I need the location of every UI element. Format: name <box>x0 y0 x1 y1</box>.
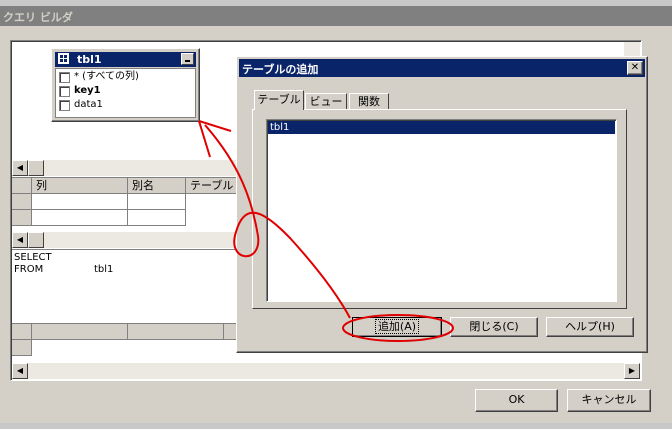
tab-table[interactable]: テーブル <box>254 90 304 110</box>
annotation-overlay <box>198 120 454 342</box>
annotation-circle <box>342 314 454 342</box>
annotation-arrow <box>204 124 351 319</box>
tab-table-label: テーブル <box>257 93 301 106</box>
